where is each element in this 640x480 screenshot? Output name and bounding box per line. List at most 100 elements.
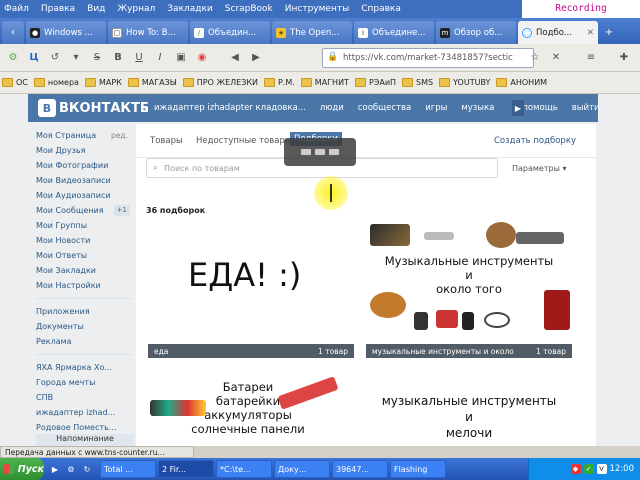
refresh-icon[interactable]: ↻ [80,462,94,476]
left-menu-item-groups[interactable]: Мои Группы [36,218,134,233]
stop-icon[interactable]: ✕ [547,48,565,66]
url-bar[interactable]: 🔒 https://vk.com/market-73481857?sectic [322,48,534,68]
collection-card-batteries[interactable]: Батареи батарейки аккумуляторы солнечные… [148,374,354,446]
taskbar-button-flashing[interactable]: Flashing [390,460,446,478]
back-arrow-icon[interactable]: ◂ [144,104,148,113]
left-menu-item-my-page[interactable]: Моя Страница ред. [36,128,134,143]
bookmark-folder[interactable]: МАРК [84,78,122,87]
tray-app-icon[interactable]: ◆ [570,464,581,474]
left-menu-item-videos[interactable]: Мои Видеозаписи [36,173,134,188]
left-menu-item-answers[interactable]: Мои Ответы [36,248,134,263]
close-icon[interactable]: ✕ [587,28,594,38]
color-wheel-icon[interactable]: ◉ [193,49,211,67]
tab-5[interactable]: m Обзор об... [436,21,516,44]
bookmark-star-icon[interactable]: ☆ [526,48,544,66]
menu-tools[interactable]: Инструменты [285,4,349,14]
left-menu-item-apps[interactable]: Приложения [36,304,134,319]
left-menu-group-link[interactable]: Родовое Поместь... [36,420,134,435]
tab-3[interactable]: ★ The Open... [272,21,352,44]
bookmark-folder[interactable]: SMS [402,78,433,87]
left-menu-item-messages[interactable]: Мои Сообщения +1 [36,203,134,218]
bookmark-folder[interactable]: YOUTUBY [439,78,490,87]
left-menu-item-news[interactable]: Мои Новости [36,233,134,248]
tab-1[interactable]: ▢ How To: B... [108,21,188,44]
reminder-box[interactable]: Напоминание [36,434,134,446]
folder-icon [33,78,45,87]
tab-scroll-left-button[interactable]: ‹ [2,21,24,44]
italic-icon[interactable]: I [151,49,169,67]
bold-icon[interactable]: B [109,49,127,67]
taskbar-button-firefox[interactable]: 2 Fir... [158,460,214,478]
menu-bookmarks[interactable]: Закладки [167,4,213,14]
left-menu-group-link[interactable]: ЯХА Ярмарка Хо... [36,360,134,375]
bookmark-folder[interactable]: РЭАиП [354,78,396,87]
taskbar-button-docs[interactable]: Доку... [274,460,330,478]
left-menu-item-friends[interactable]: Мои Друзья [36,143,134,158]
left-menu-group-link[interactable]: Города мечты [36,375,134,390]
tab-products[interactable]: Товары [150,136,183,146]
menu-help[interactable]: Справка [361,4,401,14]
vk-nav-item-music[interactable]: музыка [461,103,494,113]
volume-icon[interactable]: V [596,464,607,474]
taskbar-button-number[interactable]: 39647... [332,460,388,478]
tab-2[interactable]: / Объедин... [190,21,270,44]
left-menu-item-audio[interactable]: Мои Аудиозаписи [36,188,134,203]
play-arrow-icon[interactable]: ▶ [512,100,524,116]
clock[interactable]: 12:00 [610,464,635,474]
strikethrough-icon[interactable]: S [88,49,106,67]
tab-unavailable-products[interactable]: Недоступные товары [196,136,292,146]
underline-icon[interactable]: U [130,49,148,67]
vk-nav-item-help[interactable]: помощь [522,103,557,113]
ru-letter-icon[interactable]: Ц [25,49,43,67]
edit-link[interactable]: ред. [111,128,128,143]
menu-view[interactable]: Вид [87,4,105,14]
create-collection-link[interactable]: Создать подборку [494,136,576,146]
parameters-dropdown[interactable]: Параметры ▾ [512,164,566,173]
bookmark-folder[interactable]: Р.М. [263,78,295,87]
collection-card-food[interactable]: ЕДА! :) еда 1 товар [148,220,354,362]
bookmark-folder[interactable]: МАГНИТ [300,78,349,87]
vk-nav-item-search-context[interactable]: ижадаптер izhadapter кладовка... [154,103,306,113]
taskbar-button-editor[interactable]: *C:\te... [216,460,272,478]
left-menu-item-ads[interactable]: Реклама [36,334,134,349]
puzzle-icon[interactable]: ✚ [615,48,633,66]
shield-icon[interactable]: ✓ [583,464,594,474]
vk-nav-item-people[interactable]: люди [320,103,344,113]
left-menu-item-settings[interactable]: Мои Настройки [36,278,134,293]
start-button[interactable]: Пуск [0,458,44,480]
settings-icon[interactable]: ⚙ [64,462,78,476]
menu-edit[interactable]: Правка [41,4,75,14]
taskbar-button-total[interactable]: Total ... [100,460,156,478]
forward-icon[interactable]: ▶ [247,49,265,67]
left-menu-item-bookmarks[interactable]: Мои Закладки [36,263,134,278]
left-menu-item-photos[interactable]: Мои Фотографии [36,158,134,173]
settings-gear-icon[interactable]: ⚙ [4,49,22,67]
dropdown-icon[interactable]: ▾ [67,49,85,67]
vk-logo[interactable]: В ВКОНТАКТЕ [38,99,149,117]
tab-0[interactable]: ● Windows ... [26,21,106,44]
tab-4[interactable]: i Объедине... [354,21,434,44]
media-player-icon[interactable]: ▶ [48,462,62,476]
menu-scrapbook[interactable]: ScrapBook [225,4,273,14]
menu-icon[interactable]: ≡ [582,48,600,66]
bookmark-folder[interactable]: номера [33,78,79,87]
bookmark-folder[interactable]: ОС [2,78,28,87]
vk-nav-item-communities[interactable]: сообщества [358,103,411,113]
left-menu-item-docs[interactable]: Документы [36,319,134,334]
left-menu-group-link[interactable]: ижадаптер izhad... [36,405,134,420]
box-icon[interactable]: ▣ [172,49,190,67]
collection-card-music-instruments[interactable]: Музыкальные инструменты и около того муз… [366,220,572,362]
bookmark-folder[interactable]: МАГАЗЫ [127,78,177,87]
tab-6-active[interactable]: ◌ Подбо... ✕ [518,21,598,44]
back-icon[interactable]: ◀ [226,49,244,67]
vk-nav-item-logout[interactable]: выйти [572,103,600,113]
new-tab-button[interactable]: + [600,21,618,44]
menu-history[interactable]: Журнал [117,4,155,14]
vk-nav-item-games[interactable]: игры [425,103,447,113]
left-menu-group-link[interactable]: СПВ [36,390,134,405]
collection-card-music-small[interactable]: музыкальные инструменты и мелочи [366,374,572,446]
menu-file[interactable]: Файл [4,4,29,14]
bookmark-folder[interactable]: АНОНИМ [496,78,547,87]
refresh-icon[interactable]: ↺ [46,49,64,67]
bookmark-folder[interactable]: ПРО ЖЕЛЕЗКИ [182,78,258,87]
